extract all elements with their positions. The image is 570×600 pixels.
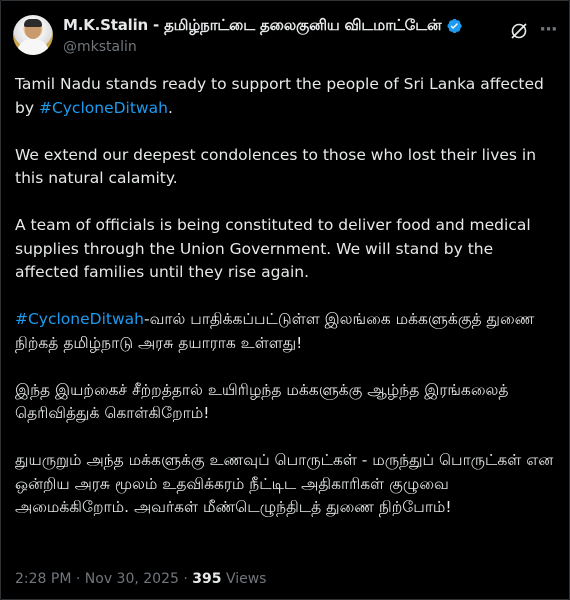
post-paragraph-6: துயருறும் அந்த மக்களுக்கு உணவுப் பொருட்க… xyxy=(15,451,554,516)
author-handle[interactable]: @mkstalin xyxy=(63,39,137,55)
post-text-segment: . xyxy=(167,98,173,117)
avatar-shirt xyxy=(17,39,49,55)
verified-badge-icon xyxy=(445,17,463,35)
hashtag-link[interactable]: #CycloneDitwah xyxy=(15,310,144,328)
meta-separator: · xyxy=(178,571,193,587)
author-display-name[interactable]: M.K.Stalin - தமிழ்நாட்டை தலைகுனிய விடமாட… xyxy=(63,16,442,36)
post-paragraph-2: We extend our deepest condolences to tho… xyxy=(15,145,537,188)
post-time[interactable]: 2:28 PM xyxy=(15,571,71,587)
avatar[interactable] xyxy=(13,15,53,55)
post-paragraph-4: #CycloneDitwah-வால் பாதிக்கப்பட்டுள்ள இல… xyxy=(15,308,555,355)
grok-slash-circle-icon[interactable] xyxy=(509,21,529,41)
post-paragraph-3: A team of officials is being constituted… xyxy=(15,216,531,281)
post-card: M.K.Stalin - தமிழ்நாட்டை தலைகுனிய விடமாட… xyxy=(0,0,570,600)
views-count: 395 xyxy=(192,571,222,587)
post-date[interactable]: Nov 30, 2025 xyxy=(85,571,179,587)
avatar-hair xyxy=(24,19,42,27)
post-meta: 2:28 PM · Nov 30, 2025 · 395 Views xyxy=(15,571,266,587)
post-paragraph-5: இந்த இயற்கைச் சீற்றத்தால் உயிரிழந்த மக்க… xyxy=(15,380,509,423)
more-horizontal-icon[interactable]: ··· xyxy=(537,19,559,41)
views-label: Views xyxy=(221,571,267,587)
hashtag-link[interactable]: #CycloneDitwah xyxy=(39,99,168,117)
post-paragraph-1: Tamil Nadu stands ready to support the p… xyxy=(15,73,555,120)
meta-separator: · xyxy=(71,571,85,587)
author-name-row[interactable]: M.K.Stalin - தமிழ்நாட்டை தலைகுனிய விடமாட… xyxy=(63,16,463,36)
post-text: Tamil Nadu stands ready to support the p… xyxy=(15,73,555,543)
